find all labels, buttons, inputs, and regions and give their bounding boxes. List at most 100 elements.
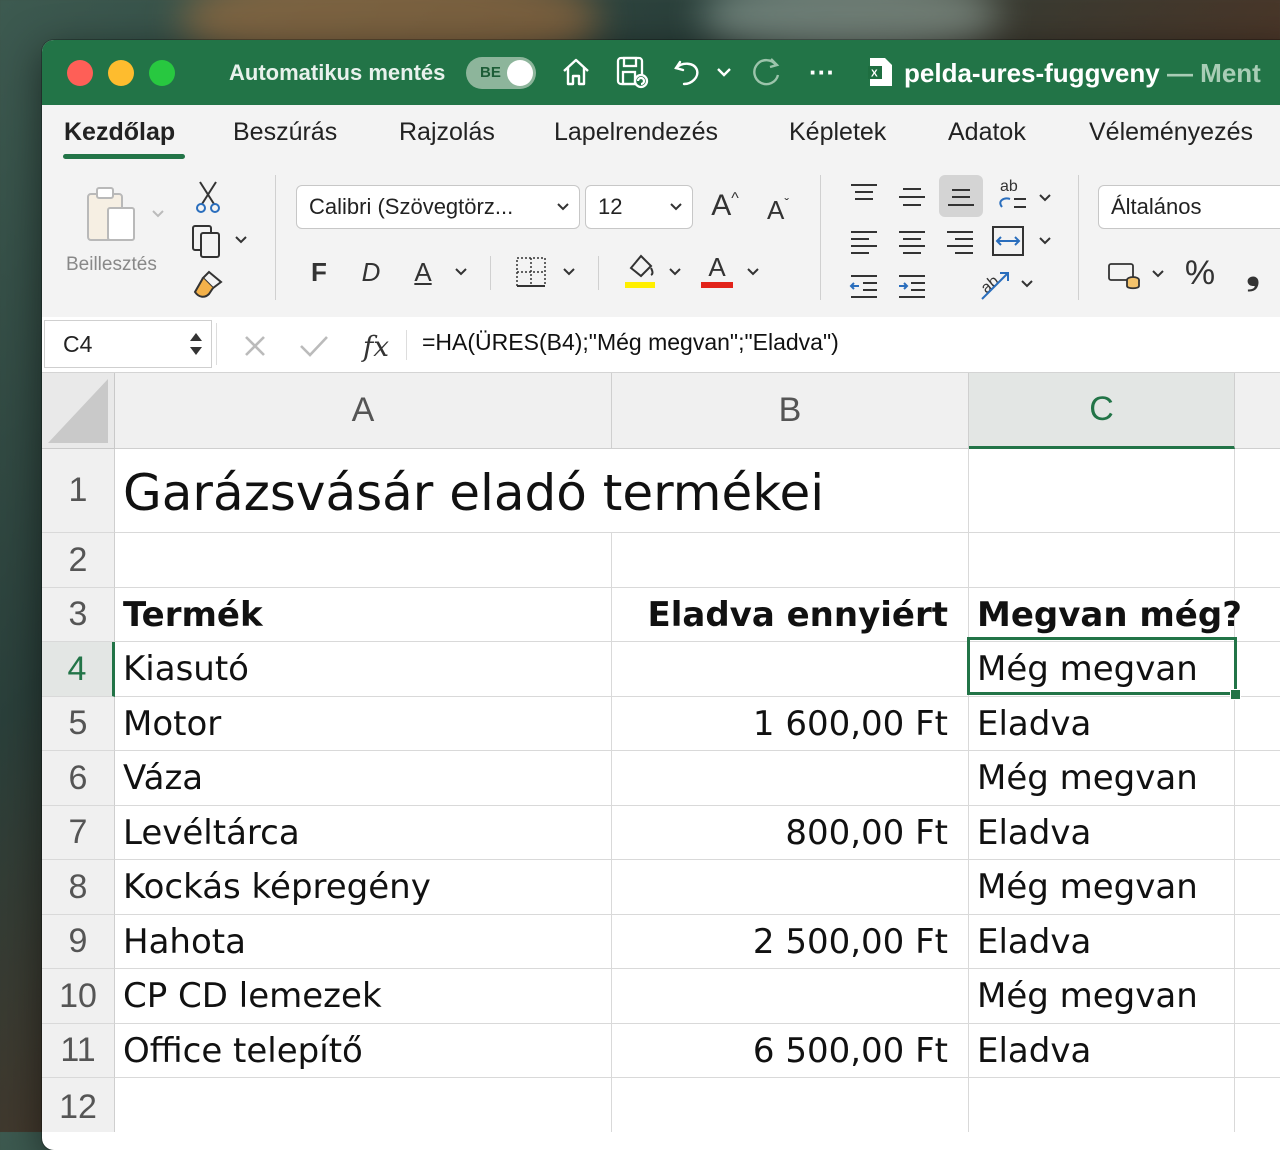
- cell-c12[interactable]: [969, 1078, 1235, 1132]
- accounting-format-icon[interactable]: [1104, 258, 1144, 292]
- column-header-d[interactable]: [1235, 373, 1280, 449]
- cell-a2[interactable]: [115, 533, 612, 588]
- cell-b4[interactable]: [612, 642, 969, 697]
- name-box-stepper-icon[interactable]: [184, 326, 208, 362]
- decrease-indent-icon[interactable]: [844, 268, 884, 304]
- column-header-b[interactable]: B: [612, 373, 969, 449]
- row-header-8[interactable]: 8: [42, 860, 115, 915]
- merge-center-icon[interactable]: [988, 222, 1028, 260]
- increase-indent-icon[interactable]: [892, 268, 932, 304]
- borders-dropdown-chevron-icon[interactable]: [558, 262, 580, 282]
- accounting-dropdown-chevron-icon[interactable]: [1148, 264, 1168, 284]
- tab-kezdolap[interactable]: Kezdőlap: [64, 118, 175, 147]
- cell-b8[interactable]: [612, 860, 969, 915]
- borders-icon[interactable]: [512, 252, 550, 292]
- row-header-7[interactable]: 7: [42, 806, 115, 860]
- cell-b1[interactable]: [612, 449, 969, 533]
- percent-style-button[interactable]: %: [1180, 252, 1220, 294]
- fill-handle[interactable]: [1230, 689, 1241, 700]
- cell-d11[interactable]: [1235, 1024, 1280, 1078]
- cell-b3[interactable]: Eladva ennyiért: [612, 588, 969, 642]
- font-color-dropdown-chevron-icon[interactable]: [742, 262, 764, 282]
- fill-color-dropdown-chevron-icon[interactable]: [664, 262, 686, 282]
- paste-icon[interactable]: [82, 183, 142, 247]
- cut-icon[interactable]: [190, 178, 226, 216]
- row-header-4[interactable]: 4: [42, 642, 115, 697]
- format-painter-icon[interactable]: [188, 266, 228, 304]
- tab-kepletek[interactable]: Képletek: [789, 118, 886, 147]
- cell-b5[interactable]: 1 600,00 Ft: [612, 697, 969, 751]
- font-color-button[interactable]: A: [697, 248, 737, 292]
- shrink-font-button[interactable]: Aˇ: [758, 190, 798, 230]
- tab-velemenyezes[interactable]: Véleményezés: [1089, 118, 1253, 147]
- underline-dropdown-chevron-icon[interactable]: [450, 262, 472, 282]
- cell-b9[interactable]: 2 500,00 Ft: [612, 915, 969, 969]
- cell-b2[interactable]: [612, 533, 969, 588]
- cell-b6[interactable]: [612, 751, 969, 806]
- copy-dropdown-chevron-icon[interactable]: [230, 230, 252, 250]
- row-header-10[interactable]: 10: [42, 969, 115, 1024]
- cell-d9[interactable]: [1235, 915, 1280, 969]
- row-header-12[interactable]: 12: [42, 1078, 115, 1132]
- font-name-dropdown[interactable]: Calibri (Szövegtörz...: [296, 185, 580, 229]
- column-header-c[interactable]: C: [969, 373, 1235, 449]
- cancel-formula-icon[interactable]: [238, 329, 272, 363]
- row-header-3[interactable]: 3: [42, 588, 115, 642]
- cell-a5[interactable]: Motor: [115, 697, 612, 751]
- orientation-icon[interactable]: ab: [972, 264, 1016, 304]
- italic-button[interactable]: D: [356, 252, 386, 292]
- cell-c1[interactable]: [969, 449, 1235, 533]
- cell-c3[interactable]: Megvan még?: [969, 588, 1242, 642]
- cell-c9[interactable]: Eladva: [969, 915, 1235, 969]
- tab-lapelrendezes[interactable]: Lapelrendezés: [554, 118, 718, 147]
- tab-adatok[interactable]: Adatok: [948, 118, 1026, 147]
- column-header-a[interactable]: A: [115, 373, 612, 449]
- underline-button[interactable]: A: [408, 252, 438, 292]
- bold-button[interactable]: F: [304, 252, 334, 292]
- align-top-icon[interactable]: [844, 176, 884, 212]
- cell-c4[interactable]: Még megvan: [969, 642, 1235, 697]
- merge-dropdown-chevron-icon[interactable]: [1035, 231, 1055, 251]
- row-header-2[interactable]: 2: [42, 533, 115, 588]
- cell-d3[interactable]: [1235, 588, 1280, 642]
- cell-c6[interactable]: Még megvan: [969, 751, 1235, 806]
- cell-c8[interactable]: Még megvan: [969, 860, 1235, 915]
- cell-a4[interactable]: Kiasutó: [115, 642, 612, 697]
- cell-d8[interactable]: [1235, 860, 1280, 915]
- cell-b10[interactable]: [612, 969, 969, 1024]
- copy-icon[interactable]: [188, 222, 226, 260]
- cell-c10[interactable]: Még megvan: [969, 969, 1235, 1024]
- cell-b11[interactable]: 6 500,00 Ft: [612, 1024, 969, 1078]
- cell-d1[interactable]: [1235, 449, 1280, 533]
- cell-a9[interactable]: Hahota: [115, 915, 612, 969]
- row-header-5[interactable]: 5: [42, 697, 115, 751]
- insert-function-button[interactable]: fx: [356, 324, 396, 368]
- formula-input[interactable]: =HA(ÜRES(B4);"Még megvan";"Eladva"): [422, 329, 839, 356]
- row-header-6[interactable]: 6: [42, 751, 115, 806]
- cell-a6[interactable]: Váza: [115, 751, 612, 806]
- cell-d7[interactable]: [1235, 806, 1280, 860]
- cell-d5[interactable]: [1235, 697, 1280, 751]
- cell-a11[interactable]: Office telepítő: [115, 1024, 612, 1078]
- cell-a10[interactable]: CP CD lemezek: [115, 969, 612, 1024]
- align-middle-icon[interactable]: [892, 179, 932, 215]
- cell-a3[interactable]: Termék: [115, 588, 612, 642]
- cell-a1[interactable]: Garázsvásár eladó termékei: [115, 449, 824, 533]
- wrap-text-dropdown-chevron-icon[interactable]: [1035, 188, 1055, 208]
- align-left-icon[interactable]: [844, 224, 884, 260]
- cell-c7[interactable]: Eladva: [969, 806, 1235, 860]
- number-format-dropdown[interactable]: Általános: [1098, 185, 1280, 229]
- cell-d12[interactable]: [1235, 1078, 1280, 1132]
- align-right-icon[interactable]: [940, 224, 980, 260]
- cell-a12[interactable]: [115, 1078, 612, 1132]
- grow-font-button[interactable]: A ^: [705, 186, 745, 226]
- cell-c11[interactable]: Eladva: [969, 1024, 1235, 1078]
- cell-a8[interactable]: Kockás képregény: [115, 860, 612, 915]
- font-size-dropdown[interactable]: 12: [585, 185, 693, 229]
- cell-a7[interactable]: Levéltárca: [115, 806, 612, 860]
- row-header-11[interactable]: 11: [42, 1024, 115, 1078]
- row-header-9[interactable]: 9: [42, 915, 115, 969]
- cell-d4[interactable]: [1235, 642, 1280, 697]
- confirm-formula-icon[interactable]: [296, 329, 332, 363]
- tab-beszuras[interactable]: Beszúrás: [233, 118, 337, 147]
